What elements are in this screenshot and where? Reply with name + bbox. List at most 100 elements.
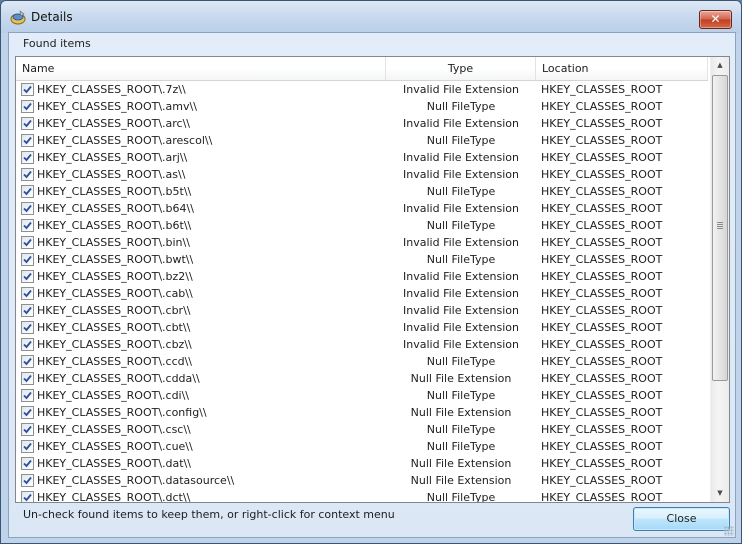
table-row[interactable]: HKEY_CLASSES_ROOT\.dat\\ Null File Extens… (16, 455, 708, 472)
row-checkbox[interactable] (21, 287, 34, 300)
row-checkbox[interactable] (21, 100, 34, 113)
table-row[interactable]: HKEY_CLASSES_ROOT\.as\\ Invalid File Exte… (16, 166, 708, 183)
instruction-text: Un-check found items to keep them, or ri… (23, 508, 395, 521)
close-icon: ✕ (710, 12, 721, 26)
found-items-list[interactable]: Name Type Location HKEY_CLASSES_ROOT\.7z… (15, 56, 730, 503)
row-name: HKEY_CLASSES_ROOT\.cdda\\ (37, 372, 200, 385)
table-row[interactable]: HKEY_CLASSES_ROOT\.dct\\ Null FileType HKE… (16, 489, 708, 503)
details-dialog: Details ✕ Found items Name Type Location… (0, 0, 742, 544)
scroll-thumb[interactable] (712, 75, 728, 381)
window-close-button[interactable]: ✕ (699, 10, 732, 29)
table-row[interactable]: HKEY_CLASSES_ROOT\.arc\\ Invalid File Ext… (16, 115, 708, 132)
row-checkbox[interactable] (21, 117, 34, 130)
table-row[interactable]: HKEY_CLASSES_ROOT\.cbr\\ Invalid File Ext… (16, 302, 708, 319)
checkmark-icon (23, 459, 32, 468)
row-location: HKEY_CLASSES_ROOT (541, 168, 663, 181)
row-checkbox[interactable] (21, 236, 34, 249)
row-name: HKEY_CLASSES_ROOT\.config\\ (37, 406, 207, 419)
row-checkbox[interactable] (21, 440, 34, 453)
table-row[interactable]: HKEY_CLASSES_ROOT\.ccd\\ Null FileType HKE… (16, 353, 708, 370)
row-type: Invalid File Extension (403, 304, 519, 317)
table-row[interactable]: HKEY_CLASSES_ROOT\.datasource\\ Null File… (16, 472, 708, 489)
column-header-type[interactable]: Type (386, 57, 536, 80)
window-title: Details (31, 10, 73, 24)
row-location: HKEY_CLASSES_ROOT (541, 151, 663, 164)
row-location: HKEY_CLASSES_ROOT (541, 236, 663, 249)
row-name: HKEY_CLASSES_ROOT\.cbt\\ (37, 321, 191, 334)
table-row[interactable]: HKEY_CLASSES_ROOT\.7z\\ Invalid File Exte… (16, 81, 708, 98)
row-checkbox[interactable] (21, 168, 34, 181)
row-name: HKEY_CLASSES_ROOT\.dat\\ (37, 457, 191, 470)
row-name: HKEY_CLASSES_ROOT\.bwt\\ (37, 253, 194, 266)
row-checkbox[interactable] (21, 372, 34, 385)
scroll-down-button[interactable]: ▼ (711, 485, 729, 502)
row-checkbox[interactable] (21, 185, 34, 198)
row-type: Invalid File Extension (403, 236, 519, 249)
row-checkbox[interactable] (21, 134, 34, 147)
checkmark-icon (23, 391, 32, 400)
resize-grip-icon[interactable] (724, 526, 734, 536)
title-bar[interactable]: Details ✕ (1, 1, 741, 33)
row-location: HKEY_CLASSES_ROOT (541, 406, 663, 419)
row-location: HKEY_CLASSES_ROOT (541, 287, 663, 300)
row-checkbox[interactable] (21, 253, 34, 266)
row-type: Null FileType (426, 440, 496, 453)
checkmark-icon (23, 153, 32, 162)
table-row[interactable]: HKEY_CLASSES_ROOT\.b64\\ Invalid File Ext… (16, 200, 708, 217)
row-checkbox[interactable] (21, 355, 34, 368)
checkmark-icon (23, 442, 32, 451)
row-checkbox[interactable] (21, 389, 34, 402)
row-type: Null FileType (426, 134, 496, 147)
column-header-location[interactable]: Location (536, 57, 708, 80)
app-wrench-icon (10, 10, 26, 25)
row-checkbox[interactable] (21, 83, 34, 96)
table-row[interactable]: HKEY_CLASSES_ROOT\.amv\\ Null FileType HKE… (16, 98, 708, 115)
row-location: HKEY_CLASSES_ROOT (541, 355, 663, 368)
table-row[interactable]: HKEY_CLASSES_ROOT\.bwt\\ Null FileType HKE… (16, 251, 708, 268)
row-checkbox[interactable] (21, 151, 34, 164)
row-location: HKEY_CLASSES_ROOT (541, 100, 663, 113)
table-row[interactable]: HKEY_CLASSES_ROOT\.cdda\\ Null File Exten… (16, 370, 708, 387)
table-row[interactable]: HKEY_CLASSES_ROOT\.cbt\\ Invalid File Ext… (16, 319, 708, 336)
row-checkbox[interactable] (21, 474, 34, 487)
checkmark-icon (23, 493, 32, 502)
row-checkbox[interactable] (21, 457, 34, 470)
found-items-label: Found items (23, 37, 91, 50)
table-row[interactable]: HKEY_CLASSES_ROOT\.config\\ Null File Ext… (16, 404, 708, 421)
row-checkbox[interactable] (21, 406, 34, 419)
row-checkbox[interactable] (21, 321, 34, 334)
row-location: HKEY_CLASSES_ROOT (541, 457, 663, 470)
row-location: HKEY_CLASSES_ROOT (541, 321, 663, 334)
row-checkbox[interactable] (21, 270, 34, 283)
row-checkbox[interactable] (21, 423, 34, 436)
row-type: Invalid File Extension (403, 151, 519, 164)
table-row[interactable]: HKEY_CLASSES_ROOT\.bz2\\ Invalid File Ext… (16, 268, 708, 285)
close-button[interactable]: Close (633, 507, 730, 531)
row-name: HKEY_CLASSES_ROOT\.b5t\\ (37, 185, 192, 198)
table-row[interactable]: HKEY_CLASSES_ROOT\.bin\\ Invalid File Ext… (16, 234, 708, 251)
vertical-scrollbar[interactable]: ▲ ▼ (710, 57, 729, 502)
row-checkbox[interactable] (21, 338, 34, 351)
row-location: HKEY_CLASSES_ROOT (541, 270, 663, 283)
row-checkbox[interactable] (21, 219, 34, 232)
table-row[interactable]: HKEY_CLASSES_ROOT\.arj\\ Invalid File Ext… (16, 149, 708, 166)
row-type: Null File Extension (410, 406, 512, 419)
row-name: HKEY_CLASSES_ROOT\.b6t\\ (37, 219, 192, 232)
row-checkbox[interactable] (21, 202, 34, 215)
row-name: HKEY_CLASSES_ROOT\.cbr\\ (37, 304, 191, 317)
row-type: Invalid File Extension (403, 338, 519, 351)
row-type: Null FileType (426, 491, 496, 503)
table-row[interactable]: HKEY_CLASSES_ROOT\.b5t\\ Null FileType HKE… (16, 183, 708, 200)
table-row[interactable]: HKEY_CLASSES_ROOT\.cbz\\ Invalid File Ext… (16, 336, 708, 353)
scroll-up-button[interactable]: ▲ (711, 57, 729, 74)
table-row[interactable]: HKEY_CLASSES_ROOT\.cue\\ Null FileType HKE… (16, 438, 708, 455)
column-header-name[interactable]: Name (16, 57, 386, 80)
table-row[interactable]: HKEY_CLASSES_ROOT\.csc\\ Null FileType HKE… (16, 421, 708, 438)
table-row[interactable]: HKEY_CLASSES_ROOT\.arescol\\ Null FileTyp… (16, 132, 708, 149)
table-row[interactable]: HKEY_CLASSES_ROOT\.cdi\\ Null FileType HKE… (16, 387, 708, 404)
row-name: HKEY_CLASSES_ROOT\.csc\\ (37, 423, 191, 436)
row-checkbox[interactable] (21, 304, 34, 317)
table-row[interactable]: HKEY_CLASSES_ROOT\.cab\\ Invalid File Ext… (16, 285, 708, 302)
table-row[interactable]: HKEY_CLASSES_ROOT\.b6t\\ Null FileType HKE… (16, 217, 708, 234)
row-checkbox[interactable] (21, 491, 34, 502)
